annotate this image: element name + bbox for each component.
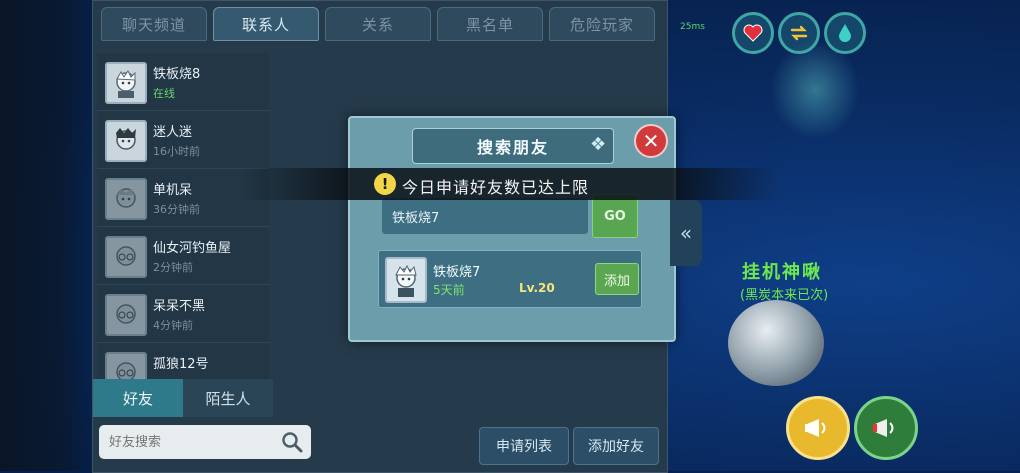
result-last-seen: 5天前: [433, 283, 465, 297]
search-friend-dialog: ❖ 搜索朋友 ❖ ✕ GO 铁板烧7 5天前 Lv.20 添加: [348, 116, 676, 342]
tab-blacklist[interactable]: 黑名单: [437, 7, 543, 41]
search-icon[interactable]: [281, 431, 303, 453]
contact-status: 4分钟前: [153, 319, 193, 332]
contact-status: 16小时前: [153, 145, 200, 158]
request-list-button[interactable]: 申请列表: [479, 427, 569, 465]
contact-item[interactable]: 仙女河钓鱼屋 2分钟前: [97, 227, 269, 285]
tab-relations[interactable]: 关系: [325, 7, 431, 41]
network-latency: 25ms: [680, 22, 705, 32]
friend-name-input[interactable]: [382, 207, 584, 225]
result-name: 铁板烧7: [433, 265, 481, 280]
avatar: [105, 178, 147, 220]
toast-message: 今日申请好友数已达上限: [402, 178, 590, 197]
tab-contacts[interactable]: 联系人: [213, 7, 319, 41]
coral-plant: [770, 40, 860, 140]
friend-name-field: [382, 198, 588, 234]
tab-strangers[interactable]: 陌生人: [183, 379, 273, 417]
avatar: [105, 352, 147, 379]
result-level: Lv.20: [519, 281, 555, 295]
contact-name: 仙女河钓鱼屋: [153, 241, 232, 256]
ornament-right-icon: ❖: [590, 134, 607, 155]
contact-name: 孤狼12号: [153, 357, 209, 372]
contact-item[interactable]: 呆呆不黑 4分钟前: [97, 285, 269, 343]
friend-type-tabs: 好友 陌生人: [93, 379, 273, 417]
panel-tabs: 聊天频道 联系人 关系 黑名单 危险玩家: [101, 7, 655, 41]
friend-search-input[interactable]: [99, 433, 281, 451]
contact-item[interactable]: 迷人迷 16小时前: [97, 111, 269, 169]
close-button[interactable]: ✕: [634, 124, 668, 158]
warning-toast: ! 今日申请好友数已达上限: [240, 168, 780, 200]
megaphone-green-icon[interactable]: [854, 396, 918, 460]
avatar: [385, 257, 427, 303]
contact-item[interactable]: 铁板烧8 在线: [97, 53, 269, 111]
go-button[interactable]: GO: [592, 194, 638, 238]
friend-search: [99, 425, 311, 459]
avatar: [105, 294, 147, 336]
heart-icon[interactable]: [732, 12, 774, 54]
add-friend-button[interactable]: 添加好友: [573, 427, 659, 465]
collapse-panel-button[interactable]: «: [670, 200, 702, 266]
contact-item[interactable]: 孤狼12号: [97, 343, 269, 379]
avatar: [105, 120, 147, 162]
contact-status: 在线: [153, 87, 175, 100]
npc-character[interactable]: [728, 300, 824, 386]
tab-dangerous-players[interactable]: 危险玩家: [549, 7, 655, 41]
tab-friends[interactable]: 好友: [93, 379, 183, 417]
contact-status: 2分钟前: [153, 261, 193, 274]
game-background-left: [0, 0, 100, 471]
contact-status: 36分钟前: [153, 203, 200, 216]
avatar: [105, 236, 147, 278]
close-icon: ✕: [642, 129, 660, 153]
contact-name: 铁板烧8: [153, 67, 201, 82]
avatar: [105, 62, 147, 104]
npc-name: 挂机神啾: [742, 262, 822, 283]
contact-list: 铁板烧8 在线 迷人迷 16小时前 单机呆 36分钟前 仙女河钓鱼屋 2分钟前: [97, 53, 269, 379]
dialog-title: 搜索朋友: [412, 128, 614, 164]
double-chevron-left-icon: «: [679, 221, 693, 245]
contact-name: 单机呆: [153, 183, 193, 198]
search-result-card: 铁板烧7 5天前 Lv.20 添加: [378, 250, 642, 308]
contact-name: 迷人迷: [153, 125, 193, 140]
tab-chat-channel[interactable]: 聊天频道: [101, 7, 207, 41]
warning-icon: !: [374, 173, 396, 195]
contact-name: 呆呆不黑: [153, 299, 206, 314]
add-button[interactable]: 添加: [595, 263, 639, 295]
megaphone-yellow-icon[interactable]: [786, 396, 850, 460]
